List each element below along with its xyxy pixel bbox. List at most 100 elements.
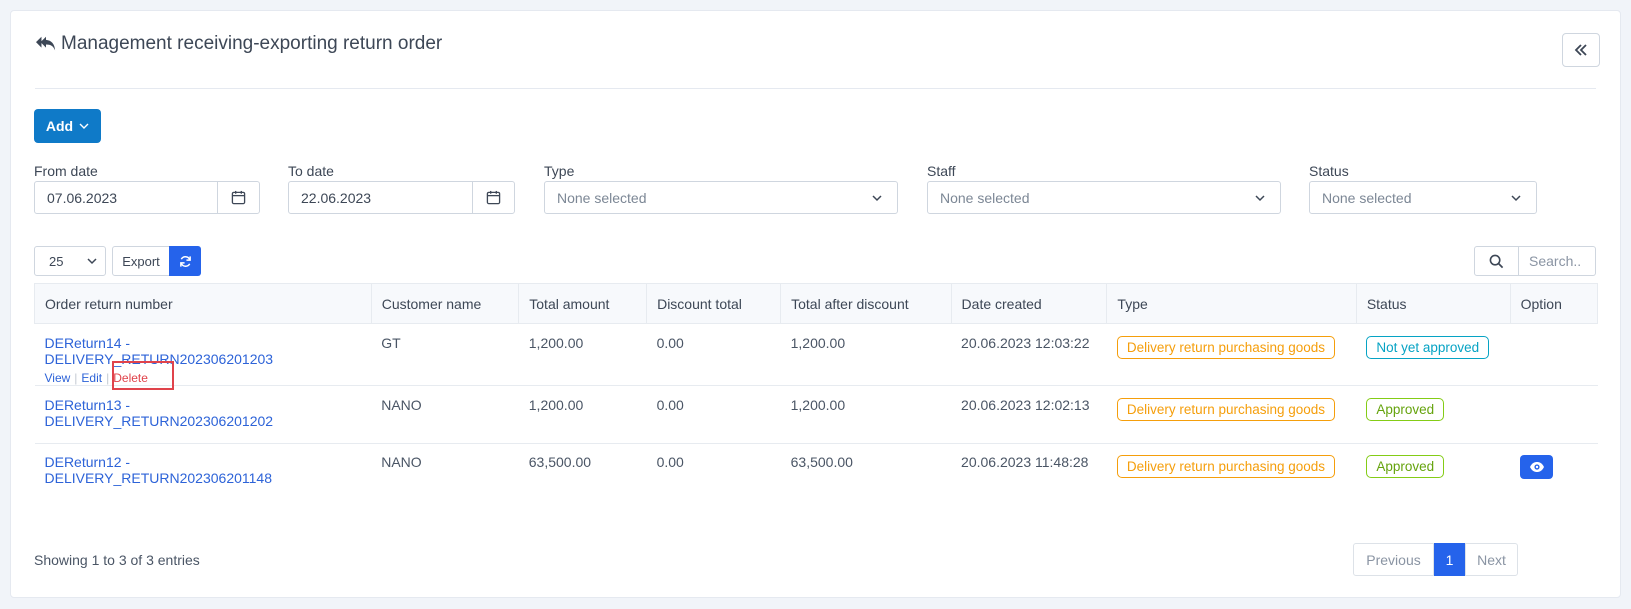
column-header-type[interactable]: Type — [1106, 283, 1357, 324]
refresh-icon — [179, 255, 191, 267]
type-badge: Delivery return purchasing goods — [1116, 455, 1336, 478]
main-card: Management receiving-exporting return or… — [10, 10, 1621, 598]
calendar-icon — [231, 190, 246, 205]
discount-cell: 0.00 — [656, 454, 684, 470]
page-length-value: 25 — [49, 253, 64, 269]
status-badge: Approved — [1366, 398, 1445, 421]
from-date-calendar-button[interactable] — [217, 182, 259, 213]
from-date-value[interactable]: 07.06.2023 — [35, 182, 217, 213]
table-header-row: Order return number Customer name Total … — [34, 283, 1599, 324]
calendar-icon — [486, 190, 501, 205]
status-filter-select[interactable]: None selected — [1309, 181, 1537, 214]
date-created-cell: 20.06.2023 11:48:28 — [961, 454, 1089, 470]
status-cell: Approved — [1356, 444, 1510, 502]
collapse-button[interactable] — [1562, 33, 1600, 67]
type-cell: Delivery return purchasing goods — [1107, 444, 1356, 502]
chevron-down-icon — [872, 194, 882, 201]
type-badge: Delivery return purchasing goods — [1116, 398, 1336, 421]
column-header-total-after-discount[interactable]: Total after discount — [780, 283, 952, 324]
column-header-status[interactable]: Status — [1355, 283, 1511, 324]
to-date-field[interactable]: 22.06.2023 — [288, 181, 515, 214]
row-actions: View | Edit | Delete — [45, 371, 362, 385]
customer-cell: NANO — [381, 454, 422, 470]
total-amount-cell: 1,200.00 — [518, 385, 647, 444]
option-cell — [1510, 444, 1597, 502]
type-filter-value: None selected — [557, 189, 647, 206]
refresh-button[interactable] — [169, 246, 201, 276]
total-amount-cell: 1,200.00 — [518, 323, 647, 386]
pagination: Previous 1 Next — [1353, 543, 1518, 576]
order-link[interactable]: DEReturn12 - DELIVERY_RETURN202306201148 — [45, 454, 273, 486]
search-button[interactable] — [1474, 246, 1519, 276]
discount-cell: 0.00 — [646, 323, 781, 386]
column-header-customer[interactable]: Customer name — [370, 283, 520, 324]
table-search — [1474, 246, 1596, 276]
column-header-order-number[interactable]: Order return number — [34, 283, 372, 324]
view-detail-button[interactable] — [1520, 455, 1554, 479]
type-filter-label: Type — [544, 163, 575, 179]
type-badge: Delivery return purchasing goods — [1116, 336, 1336, 359]
discount-cell: 0.00 — [646, 385, 781, 444]
table-row: DEReturn12 - DELIVERY_RETURN202306201148… — [35, 444, 1598, 502]
order-link[interactable]: DEReturn14 - DELIVERY_RETURN202306201203 — [45, 335, 274, 367]
status-badge: Not yet approved — [1366, 336, 1490, 359]
double-chevron-left-icon — [1574, 44, 1587, 56]
option-cell — [1510, 385, 1598, 444]
table-row: DEReturn14 - DELIVERY_RETURN202306201203… — [34, 323, 1598, 386]
to-date-calendar-button[interactable] — [472, 182, 514, 213]
option-cell — [1510, 323, 1598, 386]
type-filter-select[interactable]: None selected — [544, 181, 898, 214]
column-header-discount-total[interactable]: Discount total — [646, 283, 782, 324]
eye-icon — [1529, 462, 1544, 472]
table-info: Showing 1 to 3 of 3 entries — [34, 552, 200, 568]
chevron-down-icon — [87, 258, 97, 265]
separator: | — [106, 371, 110, 385]
to-date-value[interactable]: 22.06.2023 — [289, 182, 472, 213]
status-filter-label: Status — [1309, 163, 1349, 179]
column-header-total-amount[interactable]: Total amount — [518, 283, 648, 324]
search-input[interactable] — [1519, 246, 1596, 276]
total-after-discount-cell: 63,500.00 — [790, 454, 853, 470]
status-badge: Approved — [1366, 455, 1445, 478]
status-filter-value: None selected — [1322, 189, 1412, 206]
chevron-down-icon — [1511, 194, 1521, 201]
type-cell: Delivery return purchasing goods — [1106, 323, 1357, 386]
header-divider — [35, 88, 1596, 89]
status-cell: Not yet approved — [1356, 323, 1511, 386]
order-number-cell: DEReturn14 - DELIVERY_RETURN202306201203… — [34, 323, 372, 386]
customer-cell: GT — [371, 323, 519, 386]
delete-link[interactable]: Delete — [113, 371, 148, 385]
order-link[interactable]: DEReturn13 - DELIVERY_RETURN202306201202 — [45, 397, 274, 429]
view-link[interactable]: View — [45, 371, 71, 385]
page-header: Management receiving-exporting return or… — [35, 33, 442, 55]
staff-filter-select[interactable]: None selected — [927, 181, 1281, 214]
column-header-option: Option — [1509, 283, 1599, 324]
total-after-discount-cell: 1,200.00 — [780, 323, 952, 386]
chevron-down-icon — [1255, 194, 1265, 201]
date-created-cell: 20.06.2023 12:02:13 — [951, 385, 1107, 444]
return-orders-table: Order return number Customer name Total … — [34, 283, 1599, 502]
column-header-date-created[interactable]: Date created — [950, 283, 1108, 324]
type-cell: Delivery return purchasing goods — [1106, 385, 1357, 444]
staff-filter-value: None selected — [940, 189, 1030, 206]
chevron-down-icon — [79, 123, 89, 129]
from-date-field[interactable]: 07.06.2023 — [34, 181, 260, 214]
edit-link[interactable]: Edit — [81, 371, 102, 385]
previous-page-button[interactable]: Previous — [1353, 543, 1434, 576]
page-1-button[interactable]: 1 — [1434, 543, 1465, 576]
separator: | — [74, 371, 78, 385]
to-date-label: To date — [288, 163, 334, 179]
add-dropdown-button[interactable]: Add — [34, 109, 101, 143]
table-row: DEReturn13 - DELIVERY_RETURN202306201202… — [34, 385, 1598, 444]
export-button[interactable]: Export — [112, 246, 170, 276]
staff-filter-label: Staff — [927, 163, 956, 179]
customer-cell: NANO — [371, 385, 519, 444]
reply-all-icon — [36, 36, 56, 51]
add-button-label: Add — [45, 118, 74, 134]
from-date-label: From date — [34, 163, 98, 179]
status-cell: Approved — [1356, 385, 1511, 444]
search-icon — [1489, 254, 1504, 268]
next-page-button[interactable]: Next — [1465, 543, 1518, 576]
page-length-select[interactable]: 25 — [34, 246, 106, 276]
order-number-cell: DEReturn12 - DELIVERY_RETURN202306201148 — [35, 444, 372, 502]
